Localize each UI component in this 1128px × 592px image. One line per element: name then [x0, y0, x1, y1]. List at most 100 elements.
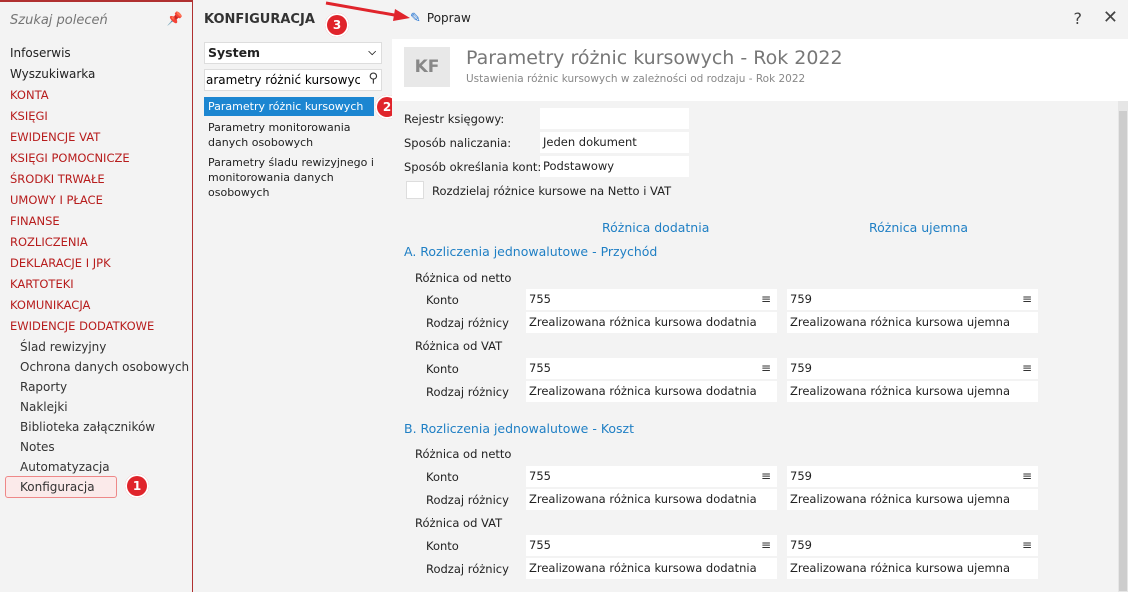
rodzaj-positive-field[interactable]: Zrealizowana różnica kursowa dodatnia [526, 312, 777, 333]
module-select[interactable]: System ⌵ [204, 42, 382, 64]
konto-value: 755 [529, 361, 551, 375]
konto-label: Konto [426, 293, 459, 307]
nav-item-infoserwis[interactable]: Infoserwis [0, 43, 193, 64]
menu-icon[interactable]: ≡ [1022, 289, 1032, 310]
nav-item-konta[interactable]: KONTA [0, 85, 193, 106]
konto-negative-field[interactable]: 759 ≡ [787, 358, 1038, 379]
nav-item-srodki-trwale[interactable]: ŚRODKI TRWAŁE [0, 169, 193, 190]
form-header: KF Parametry różnic kursowych - Rok 2022… [392, 39, 1128, 101]
konto-positive-field[interactable]: 755 ≡ [526, 535, 777, 556]
menu-icon[interactable]: ≡ [761, 466, 771, 487]
vertical-scrollbar[interactable] [1118, 101, 1128, 592]
rejestr-field[interactable] [540, 108, 689, 129]
konto-negative-field[interactable]: 759 ≡ [787, 466, 1038, 487]
subitem-notes[interactable]: Notes [0, 437, 193, 457]
rodzaj-negative-field[interactable]: Zrealizowana różnica kursowa ujemna [787, 381, 1038, 402]
nav-list: Infoserwis Wyszukiwarka KONTA KSIĘGI EWI… [0, 43, 193, 498]
left-top-border [0, 0, 193, 2]
konto-value: 759 [790, 538, 812, 552]
subitem-naklejki[interactable]: Naklejki [0, 397, 193, 417]
rodzaj-positive-field[interactable]: Zrealizowana różnica kursowa dodatnia [526, 381, 777, 402]
subitem-raporty[interactable]: Raporty [0, 377, 193, 397]
konto-positive-field[interactable]: 755 ≡ [526, 358, 777, 379]
subitem-biblioteka-zalacznikow[interactable]: Biblioteka załączników [0, 417, 193, 437]
konto-value: 755 [529, 292, 551, 306]
scrollbar-thumb[interactable] [1119, 111, 1127, 591]
config-panel: KONFIGURACJA System ⌵ ⚲ Parametry różnic… [194, 0, 392, 592]
konto-label: Konto [426, 539, 459, 553]
nav-item-ksiegi[interactable]: KSIĘGI [0, 106, 193, 127]
sposob-naliczania-label: Sposób naliczania: [404, 136, 512, 150]
pin-icon[interactable]: 📌 [167, 12, 183, 27]
result-parametry-monitorowania[interactable]: Parametry monitorowania danych osobowych [204, 119, 389, 151]
command-search-input[interactable] [10, 8, 160, 32]
module-select-value: System [208, 45, 261, 60]
menu-icon[interactable]: ≡ [761, 289, 771, 310]
help-button[interactable]: ? [1074, 9, 1083, 28]
rodzaj-negative-field[interactable]: Zrealizowana różnica kursowa ujemna [787, 312, 1038, 333]
close-button[interactable]: ✕ [1103, 7, 1118, 28]
config-results: Parametry różnic kursowych Parametry mon… [204, 97, 389, 204]
nav-item-finanse[interactable]: FINANSE [0, 211, 193, 232]
rodzaj-negative-field[interactable]: Zrealizowana różnica kursowa ujemna [787, 558, 1038, 579]
subitem-konfiguracja-label: Konfiguracja [20, 480, 95, 494]
sposob-kont-field[interactable]: Podstawowy [540, 156, 689, 177]
konto-value: 755 [529, 469, 551, 483]
nav-item-ewidencje-dodatkowe[interactable]: EWIDENCJE DODATKOWE [0, 316, 193, 337]
form-subtitle: Ustawienia różnic kursowych w zależności… [466, 73, 806, 85]
nav-item-ksiegi-pomocnicze[interactable]: KSIĘGI POMOCNICZE [0, 148, 193, 169]
rodzaj-label: Rodzaj różnicy [426, 385, 509, 399]
menu-icon[interactable]: ≡ [1022, 358, 1032, 379]
nav-item-rozliczenia[interactable]: ROZLICZENIA [0, 232, 193, 253]
nav-item-umowy-i-place[interactable]: UMOWY I PŁACE [0, 190, 193, 211]
nav-item-deklaracje-i-jpk[interactable]: DEKLARACJE I JPK [0, 253, 193, 274]
nav-item-kartoteki[interactable]: KARTOTEKI [0, 274, 193, 295]
rodzaj-negative-field[interactable]: Zrealizowana różnica kursowa ujemna [787, 489, 1038, 510]
section-a-title: A. Rozliczenia jednowalutowe - Przychód [404, 244, 658, 259]
col-roznica-dodatnia: Różnica dodatnia [602, 220, 710, 235]
subitem-automatyzacja[interactable]: Automatyzacja [0, 457, 193, 477]
nav-item-ewidencje-vat[interactable]: EWIDENCJE VAT [0, 127, 193, 148]
group-label: Różnica od netto [415, 271, 512, 285]
menu-icon[interactable]: ≡ [761, 535, 771, 556]
search-icon[interactable]: ⚲ [368, 71, 378, 86]
result-parametry-sladu-rewizyjnego[interactable]: Parametry śladu rewizyjnego i monitorowa… [204, 154, 389, 201]
left-navigation: 📌 Infoserwis Wyszukiwarka KONTA KSIĘGI E… [0, 0, 193, 592]
result-parametry-roznic-kursowych[interactable]: Parametry różnic kursowych [204, 97, 374, 116]
config-title: KONFIGURACJA [204, 12, 315, 27]
config-filter-input[interactable] [205, 70, 360, 90]
section-b-title: B. Rozliczenia jednowalutowe - Koszt [404, 421, 635, 436]
chevron-down-icon: ⌵ [368, 47, 376, 58]
konto-value: 755 [529, 538, 551, 552]
rozdzielaj-checkbox[interactable] [406, 181, 424, 199]
konto-positive-field[interactable]: 755 ≡ [526, 289, 777, 310]
konto-label: Konto [426, 362, 459, 376]
konto-positive-field[interactable]: 755 ≡ [526, 466, 777, 487]
form-logo: KF [404, 47, 450, 87]
edit-button-label: Popraw [426, 11, 471, 25]
rodzaj-positive-field[interactable]: Zrealizowana różnica kursowa dodatnia [526, 489, 777, 510]
group-label: Różnica od VAT [415, 339, 503, 353]
rodzaj-label: Rodzaj różnicy [426, 562, 509, 576]
command-search: 📌 [0, 8, 193, 34]
konto-value: 759 [790, 361, 812, 375]
group-label: Różnica od VAT [415, 516, 503, 530]
menu-icon[interactable]: ≡ [761, 358, 771, 379]
edit-button[interactable]: ✎ Popraw [410, 11, 471, 26]
step-badge-3: 3 [325, 13, 349, 37]
menu-icon[interactable]: ≡ [1022, 466, 1032, 487]
konto-negative-field[interactable]: 759 ≡ [787, 535, 1038, 556]
subitem-ochrona-danych[interactable]: Ochrona danych osobowych [0, 357, 193, 377]
nav-item-komunikacja[interactable]: KOMUNIKACJA [0, 295, 193, 316]
rodzaj-label: Rodzaj różnicy [426, 316, 509, 330]
nav-item-wyszukiwarka[interactable]: Wyszukiwarka [0, 64, 193, 85]
rodzaj-positive-field[interactable]: Zrealizowana różnica kursowa dodatnia [526, 558, 777, 579]
konto-negative-field[interactable]: 759 ≡ [787, 289, 1038, 310]
rozdzielaj-label: Rozdzielaj różnice kursowe na Netto i VA… [432, 184, 672, 198]
subitem-slad-rewizyjny[interactable]: Ślad rewizyjny [0, 337, 193, 357]
col-roznica-ujemna: Różnica ujemna [869, 220, 969, 235]
step-badge-1: 1 [125, 474, 149, 498]
menu-icon[interactable]: ≡ [1022, 535, 1032, 556]
subitem-konfiguracja[interactable]: Konfiguracja [0, 476, 193, 498]
sposob-naliczania-field[interactable]: Jeden dokument [540, 132, 689, 153]
